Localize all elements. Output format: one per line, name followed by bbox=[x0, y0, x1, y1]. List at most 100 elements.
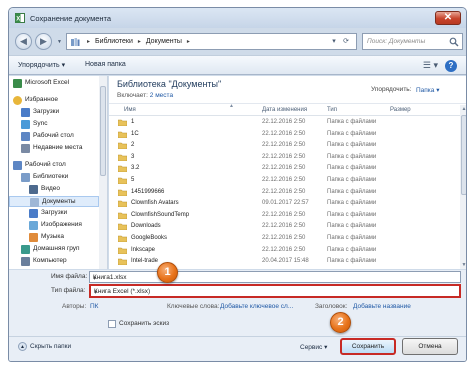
file-type: Папка с файлами bbox=[327, 153, 377, 160]
library-includes: Включает: 2 места bbox=[117, 92, 173, 99]
cancel-button[interactable]: Отмена bbox=[402, 338, 458, 355]
file-row[interactable]: 2 22.12.2016 2:50 Папка с файлами bbox=[109, 140, 460, 151]
keywords-value[interactable]: Добавьте ключевое сл... bbox=[220, 303, 293, 310]
file-row[interactable]: Inkscape 22.12.2016 2:50 Папка с файлами bbox=[109, 245, 460, 256]
sidebar-item[interactable]: Загрузки bbox=[9, 107, 99, 118]
file-date: 22.12.2016 2:50 bbox=[262, 142, 306, 149]
file-row[interactable]: GoogleBooks 22.12.2016 2:50 Папка с файлам… bbox=[109, 233, 460, 244]
keywords-label: Ключевые слова: bbox=[167, 303, 220, 310]
save-thumbnail-label[interactable]: Сохранить эскиз bbox=[119, 320, 169, 327]
file-row[interactable]: Clownfish Avatars 09.01.2017 22:57 Папка с… bbox=[109, 198, 460, 209]
breadcrumb-separator[interactable]: ▸ bbox=[187, 39, 190, 45]
sidebar-item[interactable]: Изображения bbox=[9, 220, 99, 231]
file-name: 1 bbox=[131, 119, 135, 125]
library-header: Библиотека "Документы" Включает: 2 места… bbox=[109, 76, 466, 104]
authors-label: Авторы: bbox=[62, 303, 87, 310]
file-type: Папка с файлами bbox=[327, 130, 377, 137]
column-date[interactable]: Дата изменения bbox=[262, 107, 307, 113]
title-value[interactable]: Добавьте название bbox=[353, 303, 411, 310]
sidebar-item[interactable]: Избранное bbox=[9, 95, 99, 106]
save-thumbnail-checkbox[interactable] bbox=[108, 320, 116, 328]
organize-button[interactable]: Упорядочить ▾ bbox=[18, 61, 65, 69]
search-icon bbox=[449, 37, 459, 47]
sidebar-item-label: Рабочий стол bbox=[33, 132, 74, 139]
sidebar-item[interactable]: Рабочий стол bbox=[9, 160, 99, 171]
sidebar-item[interactable]: Рабочий стол bbox=[9, 131, 99, 142]
refresh-icon[interactable]: ⟳ bbox=[340, 35, 352, 48]
close-button[interactable]: ✕ bbox=[435, 11, 461, 25]
hide-folders-button[interactable]: ▲ Скрыть папки bbox=[18, 342, 71, 351]
file-date: 22.12.2016 2:50 bbox=[262, 246, 306, 253]
window-title: Сохранение документа bbox=[30, 14, 112, 23]
breadcrumb-separator[interactable]: ▸ bbox=[138, 39, 141, 45]
column-type[interactable]: Тип bbox=[327, 107, 337, 113]
file-row[interactable]: ClownfishSoundTemp 22.12.2016 2:50 Папка с… bbox=[109, 210, 460, 221]
authors-value[interactable]: ПК bbox=[90, 303, 98, 310]
sidebar-item[interactable]: Домашняя груп bbox=[9, 244, 99, 255]
back-button[interactable]: ◀ bbox=[15, 33, 32, 50]
sidebar-item-label: Видео bbox=[41, 185, 60, 192]
filetype-label: Тип файла: bbox=[51, 287, 86, 294]
address-dropdown-icon[interactable]: ▾ bbox=[328, 35, 340, 48]
file-row[interactable]: Downloads 22.12.2016 2:50 Папка с файлами bbox=[109, 221, 460, 232]
scroll-up-icon[interactable]: ▲ bbox=[460, 105, 466, 113]
file-type: Папка с файлами bbox=[327, 258, 377, 265]
sidebar-item[interactable]: Музыка bbox=[9, 232, 99, 243]
sidebar-item-label: Домашняя груп bbox=[33, 245, 80, 252]
file-list-scroll-thumb[interactable] bbox=[461, 115, 466, 195]
breadcrumb-separator[interactable]: ▸ bbox=[87, 39, 90, 45]
pictures-icon bbox=[29, 221, 38, 230]
address-bar[interactable]: ▸ Библиотеки ▸ Документы ▸ ▾ ⟳ bbox=[66, 33, 357, 50]
sidebar-item[interactable]: Sync bbox=[9, 119, 99, 130]
sidebar-item-label: Изображения bbox=[41, 221, 82, 228]
sidebar-item[interactable]: Microsoft Excel bbox=[9, 78, 99, 89]
command-toolbar: Упорядочить ▾ Новая папка ☰ ▾ ? bbox=[9, 55, 466, 75]
scroll-down-icon[interactable]: ▼ bbox=[460, 261, 466, 269]
forward-button[interactable]: ▶ bbox=[35, 33, 52, 50]
tools-dropdown[interactable]: Сервис ▾ bbox=[300, 343, 327, 351]
folder-icon bbox=[118, 166, 127, 173]
filename-input[interactable]: Книга1.xlsx ▾ bbox=[89, 271, 461, 283]
includes-link[interactable]: 2 места bbox=[150, 92, 173, 99]
recent-pages-dropdown[interactable]: ▼ bbox=[57, 39, 62, 45]
view-options-icon[interactable]: ☰ ▾ bbox=[423, 60, 438, 71]
sidebar-item[interactable]: Компьютер bbox=[9, 256, 99, 267]
filetype-dropdown-icon[interactable]: ▾ bbox=[94, 288, 457, 296]
video-icon bbox=[29, 185, 38, 194]
sync-icon bbox=[21, 120, 30, 129]
breadcrumb-documents[interactable]: Документы bbox=[146, 38, 182, 45]
nav-scrollbar[interactable] bbox=[99, 76, 107, 269]
sidebar-item[interactable]: Недавние места bbox=[9, 143, 99, 154]
nav-scroll-thumb[interactable] bbox=[100, 86, 106, 176]
column-headers: ▲ Имя Дата изменения Тип Размер bbox=[109, 103, 460, 116]
folder-icon bbox=[118, 224, 127, 231]
filename-dropdown-icon[interactable]: ▾ bbox=[93, 274, 458, 282]
desktop-icon bbox=[21, 132, 30, 141]
file-date: 20.04.2017 15:48 bbox=[262, 258, 309, 265]
file-row[interactable]: 3.2 22.12.2016 2:50 Папка с файлами bbox=[109, 163, 460, 174]
sidebar-item[interactable]: Документы bbox=[9, 196, 99, 207]
new-folder-button[interactable]: Новая папка bbox=[85, 61, 126, 68]
search-input[interactable]: Поиск: Документы bbox=[362, 33, 463, 50]
column-size[interactable]: Размер bbox=[390, 107, 411, 113]
sidebar-item[interactable]: Библиотеки bbox=[9, 172, 99, 183]
sidebar-item-label: Microsoft Excel bbox=[25, 79, 70, 86]
filetype-select[interactable]: Книга Excel (*.xlsx) ▾ bbox=[89, 284, 461, 298]
help-icon[interactable]: ? bbox=[445, 60, 457, 72]
downloads-icon bbox=[29, 209, 38, 218]
sidebar-item[interactable]: Загрузки bbox=[9, 208, 99, 219]
arrange-dropdown[interactable]: Папка ▾ bbox=[416, 86, 439, 94]
file-row[interactable]: 1451999666 22.12.2016 2:50 Папка с файлами bbox=[109, 187, 460, 198]
column-name[interactable]: Имя bbox=[124, 107, 136, 113]
sidebar-item[interactable]: Видео bbox=[9, 184, 99, 195]
save-button[interactable]: Сохранить bbox=[340, 338, 396, 355]
recent-places-icon bbox=[21, 144, 30, 153]
file-row[interactable]: 1 22.12.2016 2:50 Папка с файлами bbox=[109, 117, 460, 128]
file-row[interactable]: 1C 22.12.2016 2:50 Папка с файлами bbox=[109, 129, 460, 140]
file-row[interactable]: 5 22.12.2016 2:50 Папка с файлами bbox=[109, 175, 460, 186]
file-list-scrollbar[interactable]: ▲ ▼ bbox=[460, 105, 466, 269]
breadcrumb-libraries[interactable]: Библиотеки bbox=[95, 38, 133, 45]
file-row[interactable]: 3 22.12.2016 2:50 Папка с файлами bbox=[109, 152, 460, 163]
libraries-icon bbox=[71, 38, 80, 46]
navigation-pane: Microsoft Excel Избранное Загрузки Sync Рабо… bbox=[9, 76, 108, 269]
